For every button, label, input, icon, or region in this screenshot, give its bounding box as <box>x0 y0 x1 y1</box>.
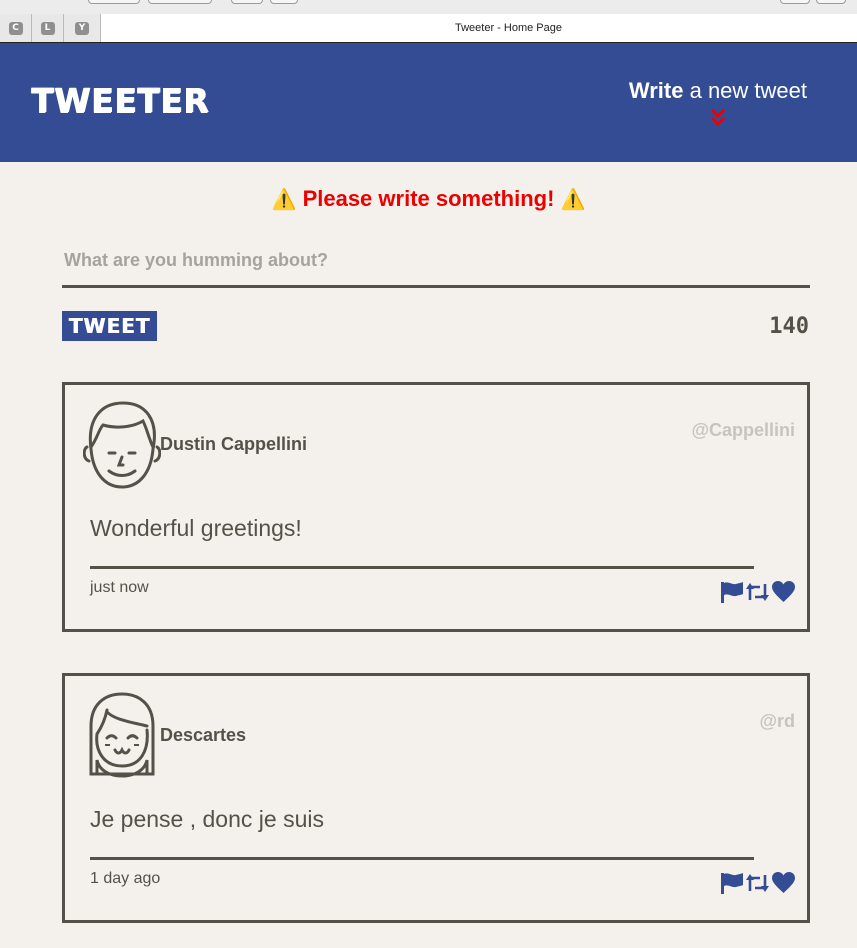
tweet-timestamp: just now <box>90 579 149 596</box>
extension-l-icon: L <box>40 21 55 35</box>
tweet-user-handle: @Cappellini <box>691 420 795 440</box>
tweet-user-name: Dustin Cappellini <box>160 434 308 454</box>
retweet-icon[interactable] <box>745 871 770 895</box>
extension-y-button[interactable]: Y <box>64 14 101 42</box>
tweet-user-handle: @rd <box>759 711 795 731</box>
character-counter: 140 <box>769 314 809 339</box>
tweet-card: Descartes @rd Je pense , donc je suis 1 … <box>62 673 810 923</box>
tweet-divider <box>90 857 754 860</box>
tweet-actions <box>719 871 796 895</box>
smiling-man-avatar <box>83 401 161 489</box>
flag-icon[interactable] <box>719 580 744 604</box>
window-toolbar-edge <box>0 0 857 14</box>
toolbar-button[interactable] <box>231 0 263 4</box>
heart-icon[interactable] <box>771 871 796 895</box>
extension-c-icon: C <box>8 21 23 35</box>
tweet-content: Wonderful greetings! <box>90 515 302 541</box>
tweet-timestamp: 1 day ago <box>90 870 161 887</box>
compose-toggle-bold: Write <box>628 78 684 103</box>
toolbar-button[interactable] <box>270 0 298 4</box>
warning-icon: ⚠️ <box>560 189 586 211</box>
extension-l-button[interactable]: L <box>32 14 64 42</box>
double-chevron-down-icon <box>710 108 725 127</box>
tweet-divider <box>90 566 754 569</box>
error-text: Please write something! <box>302 186 555 211</box>
flag-icon[interactable] <box>719 871 744 895</box>
error-message: ⚠️ Please write something! ⚠️ <box>0 184 857 215</box>
tweet-card: Dustin Cappellini @Cappellini Wonderful … <box>62 382 810 632</box>
tweet-user-name: Descartes <box>160 725 247 745</box>
warning-icon: ⚠️ <box>271 189 297 211</box>
tweet-text-input[interactable] <box>62 236 810 288</box>
retweet-icon[interactable] <box>745 580 770 604</box>
write-new-tweet-toggle[interactable]: Write a new tweet <box>629 77 807 129</box>
toolbar-button[interactable] <box>148 0 212 4</box>
brand-logo: TWEETER <box>31 81 209 120</box>
toolbar-button[interactable] <box>780 0 810 4</box>
toolbar-button[interactable] <box>816 0 846 4</box>
toolbar-button[interactable] <box>88 0 140 4</box>
girl-with-bangs-avatar <box>89 692 155 778</box>
extension-y-icon: Y <box>75 21 89 35</box>
tweet-submit-button[interactable]: TWEET <box>62 311 157 341</box>
tweet-content: Je pense , donc je suis <box>90 806 324 832</box>
extension-c-button[interactable]: C <box>0 14 32 42</box>
tab-bar: Tweeter - Home Page C L Y <box>0 14 857 43</box>
tab-title[interactable]: Tweeter - Home Page <box>0 14 857 42</box>
site-header: TWEETER Write a new tweet <box>0 43 857 162</box>
extension-buttons: C L Y <box>0 14 101 42</box>
compose-toggle-text: a new tweet <box>683 78 807 103</box>
heart-icon[interactable] <box>771 580 796 604</box>
tweet-actions <box>719 580 796 604</box>
